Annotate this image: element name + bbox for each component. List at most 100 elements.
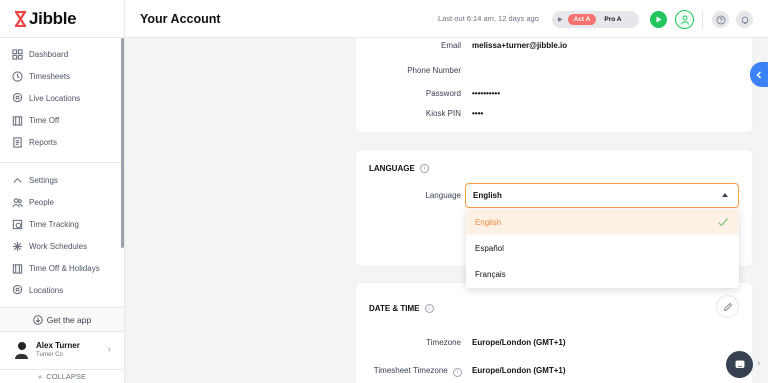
- nav-label: Locations: [29, 285, 64, 295]
- language-selected-value: English: [473, 191, 502, 200]
- user-name: Alex Turner: [36, 341, 80, 350]
- timesheet-timezone-text: Timesheet Timezone: [373, 366, 448, 375]
- bell-icon: [741, 16, 748, 24]
- nav-dashboard[interactable]: Dashboard: [0, 43, 124, 65]
- collapse-label: COLLAPSE: [46, 372, 86, 381]
- info-icon[interactable]: i: [453, 367, 462, 377]
- sidebar: Jibble Dashboard Timesheets Live Locatio…: [0, 0, 125, 383]
- language-label: Language: [425, 191, 461, 200]
- help-icon: [716, 15, 725, 24]
- help-button[interactable]: [712, 11, 729, 28]
- checkmark-icon: [718, 218, 728, 227]
- kiosk-pin-label: Kiosk PIN: [425, 109, 461, 118]
- dashboard-icon: [11, 48, 23, 60]
- nav-label: Reports: [29, 137, 58, 147]
- logo[interactable]: Jibble: [0, 0, 124, 38]
- nav-label: Time Off: [29, 115, 60, 125]
- play-icon: [656, 16, 662, 23]
- people-icon: [11, 196, 23, 208]
- pencil-icon: [723, 302, 732, 311]
- nav-label: Timesheets: [29, 71, 71, 81]
- date-time-card: DATE & TIME i Timezone Europe/London (GM…: [356, 283, 752, 383]
- section-title-text: LANGUAGE: [369, 164, 415, 173]
- nav-people[interactable]: People: [0, 191, 124, 213]
- get-app-label: Get the app: [46, 314, 92, 325]
- language-option-english[interactable]: English: [466, 209, 739, 235]
- person-clock-icon: [680, 15, 689, 25]
- clock-in-button[interactable]: [650, 11, 667, 28]
- language-option-francais[interactable]: Français: [466, 261, 739, 287]
- chevron-up-icon: [11, 174, 23, 186]
- kiosk-pin-value: ••••: [472, 109, 484, 118]
- side-panel-toggle[interactable]: [750, 62, 768, 87]
- clock-icon: [11, 70, 23, 82]
- option-label: English: [475, 217, 502, 227]
- jibble-logo-icon: [15, 10, 26, 27]
- option-label: Français: [475, 269, 506, 279]
- chat-icon: [735, 360, 744, 368]
- last-out-status: Last out 6:14 am, 12 days ago: [438, 14, 539, 23]
- timezone-value: Europe/London (GMT+1): [472, 338, 566, 347]
- nav-settings[interactable]: Settings: [0, 169, 124, 191]
- chevron-double-left-icon: «: [38, 372, 43, 381]
- nav-label: Dashboard: [29, 49, 69, 59]
- calendar-icon: [11, 114, 23, 126]
- location-pin-icon: [11, 284, 23, 296]
- nav-label: Time Off & Holidays: [29, 263, 100, 273]
- project-label: Pro A: [604, 16, 622, 23]
- nav-label: People: [29, 197, 54, 207]
- language-dropdown: English Español Français: [466, 209, 739, 288]
- nav-work-schedules[interactable]: Work Schedules: [0, 235, 124, 257]
- header-divider: [702, 10, 703, 29]
- account-details-card: Email melissa+turner@jibble.io Phone Num…: [356, 38, 752, 132]
- info-icon[interactable]: i: [419, 164, 429, 173]
- user-profile[interactable]: Alex Turner Turner Co ›: [0, 333, 124, 366]
- email-label: Email: [440, 41, 461, 50]
- info-icon[interactable]: i: [424, 304, 434, 313]
- report-icon: [11, 136, 23, 148]
- email-value: melissa+turner@jibble.io: [472, 41, 568, 50]
- chevron-right-icon: ›: [107, 344, 111, 355]
- timesheet-timezone-label: Timesheet Timezone i: [374, 366, 462, 377]
- location-pin-icon: [11, 92, 23, 104]
- timer-button[interactable]: [675, 10, 694, 29]
- language-option-espanol[interactable]: Español: [466, 235, 739, 261]
- language-select[interactable]: English: [465, 183, 739, 208]
- password-label: Password: [425, 89, 461, 98]
- timesheet-timezone-value: Europe/London (GMT+1): [472, 366, 566, 375]
- language-section-title: LANGUAGE i: [369, 164, 429, 173]
- time-tracking-icon: [11, 218, 23, 230]
- chevron-right-icon[interactable]: ›: [757, 358, 760, 369]
- nav-time-off[interactable]: Time Off: [0, 109, 124, 131]
- date-time-section-title: DATE & TIME i: [369, 304, 434, 313]
- nav-time-tracking[interactable]: Time Tracking: [0, 213, 124, 235]
- password-value: ••••••••••: [472, 89, 501, 98]
- activity-project-pill[interactable]: ▶ Act A Pro A: [552, 11, 639, 28]
- top-header: Your Account Last out 6:14 am, 12 days a…: [125, 0, 768, 38]
- chevron-left-icon: [756, 70, 762, 79]
- calendar-icon: [11, 262, 23, 274]
- notifications-button[interactable]: [736, 11, 753, 28]
- get-app-button[interactable]: Get the app: [0, 307, 124, 332]
- collapse-button[interactable]: « COLLAPSE: [0, 369, 124, 383]
- nav-live-locations[interactable]: Live Locations: [0, 87, 124, 109]
- section-title-text: DATE & TIME: [369, 304, 420, 313]
- user-company: Turner Co: [36, 352, 63, 358]
- option-label: Español: [475, 243, 504, 253]
- nav-label: Live Locations: [29, 93, 81, 103]
- timezone-label: Timezone: [426, 338, 461, 347]
- nav-time-off-holidays[interactable]: Time Off & Holidays: [0, 257, 124, 279]
- edit-button[interactable]: [716, 295, 739, 318]
- avatar: [15, 341, 28, 359]
- nav-label: Work Schedules: [29, 241, 88, 251]
- logo-text: Jibble: [29, 8, 77, 28]
- sidebar-scrollbar[interactable]: [121, 38, 124, 248]
- caret-up-icon: [722, 193, 728, 197]
- nav-divider: [0, 162, 124, 163]
- page-title: Your Account: [140, 11, 221, 26]
- nav-locations[interactable]: Locations: [0, 279, 124, 301]
- nav-timesheets[interactable]: Timesheets: [0, 65, 124, 87]
- nav-reports[interactable]: Reports: [0, 131, 124, 153]
- nav-label: Time Tracking: [29, 219, 79, 229]
- chat-button[interactable]: [726, 351, 753, 378]
